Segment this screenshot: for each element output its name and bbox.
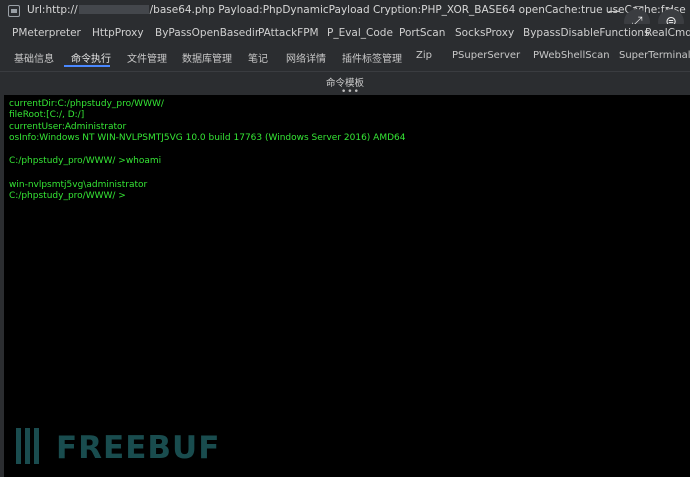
tab-pmeterpreter[interactable]: PMeterpreter: [12, 27, 81, 39]
tab-socksproxy[interactable]: SocksProxy: [455, 27, 514, 39]
tab-command-exec[interactable]: 命令执行: [71, 50, 111, 65]
app-icon: [8, 5, 20, 17]
title-bar: Url:http:///base64.php Payload:PhpDynami…: [0, 0, 690, 22]
terminal-line: fileRoot:[C:/, D:/]: [9, 110, 85, 120]
terminal-prompt[interactable]: C:/phpstudy_pro/WWW/ >: [9, 191, 126, 201]
tab-p-eval-code[interactable]: P_Eval_Code: [327, 27, 393, 39]
tab-file-manager[interactable]: 文件管理: [127, 50, 167, 65]
command-output-terminal[interactable]: currentDir:C:/phpstudy_pro/WWW/ fileRoot…: [4, 95, 690, 477]
app-window: Url:http:///base64.php Payload:PhpDynami…: [0, 0, 690, 477]
tab-pattackfpm[interactable]: PAttackFPM: [258, 27, 319, 39]
active-tab-indicator: [64, 65, 110, 67]
redacted-host: [78, 5, 149, 14]
terminal-line: C:/phpstudy_pro/WWW/ >whoami: [9, 156, 162, 166]
tab-zip[interactable]: Zip: [416, 50, 432, 61]
tab-portscan[interactable]: PortScan: [399, 27, 445, 39]
tab-psuperserver[interactable]: PSuperServer: [452, 50, 520, 61]
tab-realcmd[interactable]: RealCmd: [645, 27, 690, 39]
tab-notes[interactable]: 笔记: [248, 50, 268, 65]
tab-bypassdisablefunctions[interactable]: BypassDisableFunctions: [523, 27, 650, 39]
watermark-text: FREEBUF: [56, 430, 221, 466]
minimize-button[interactable]: —: [603, 3, 625, 19]
tab-httpproxy[interactable]: HttpProxy: [92, 27, 144, 39]
window-title: Url:http:///base64.php Payload:PhpDynami…: [27, 4, 686, 16]
terminal-line: win-nvlpsmtj5vg\administrator: [9, 180, 148, 190]
tab-basic-info[interactable]: 基础信息: [14, 50, 54, 65]
terminal-line: currentDir:C:/phpstudy_pro/WWW/: [9, 99, 164, 109]
plugin-tab-bar: PMeterpreter HttpProxy ByPassOpenBasedir…: [0, 24, 690, 45]
tab-superterminal[interactable]: SuperTerminal: [619, 50, 690, 61]
title-url-prefix: Url:http://: [27, 4, 78, 16]
freebuf-logo: [16, 426, 60, 466]
tab-database-manager[interactable]: 数据库管理: [182, 50, 232, 65]
tab-plugin-tag-manager[interactable]: 插件标签管理: [342, 50, 402, 65]
terminal-line: osInfo:Windows NT WIN-NVLPSMTJ5VG 10.0 b…: [9, 133, 406, 143]
tab-network-details[interactable]: 网络详情: [286, 50, 326, 65]
tab-bypassopenbasedir[interactable]: ByPassOpenBasedir: [155, 27, 259, 39]
function-tab-bar: 基础信息 命令执行 文件管理 数据库管理 笔记 网络详情 插件标签管理 Zip …: [0, 46, 690, 67]
terminal-line: currentUser:Administrator: [9, 122, 127, 132]
tab-pwebshellscan[interactable]: PWebShellScan: [533, 50, 610, 61]
